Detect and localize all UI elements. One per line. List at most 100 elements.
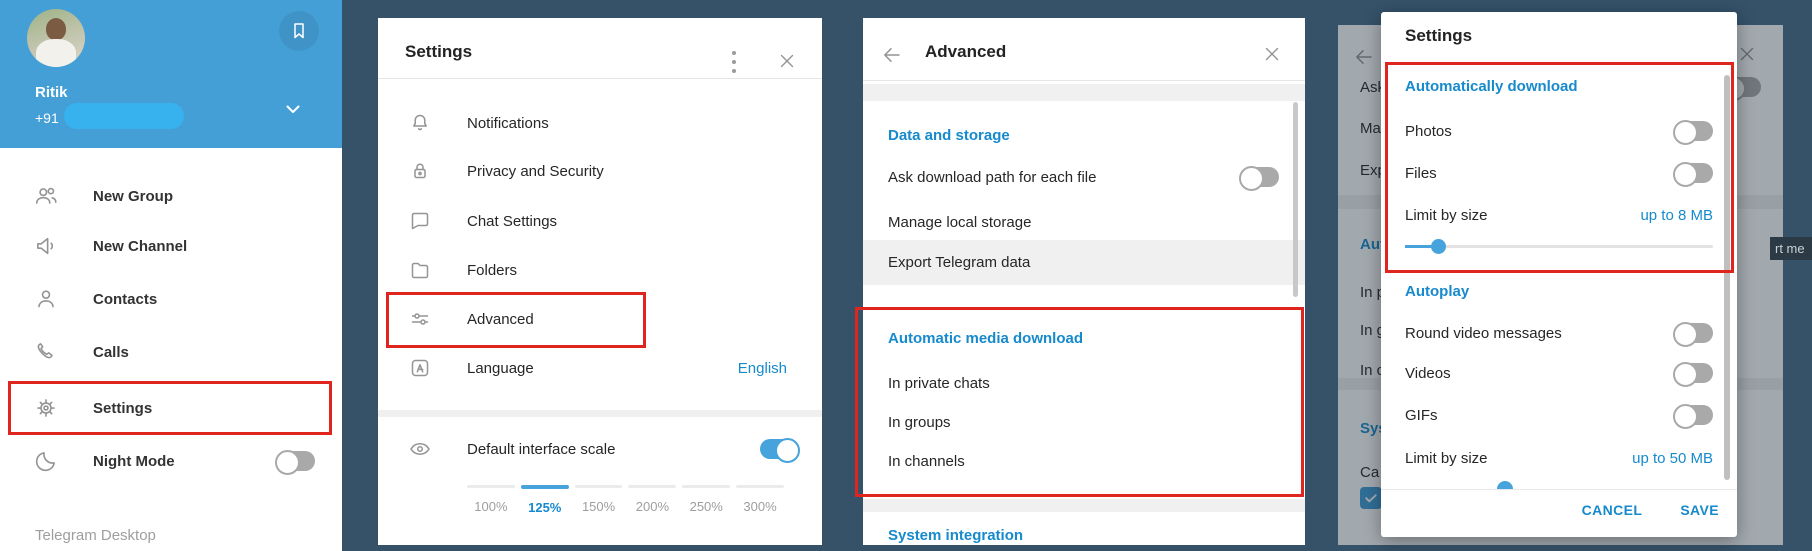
- section-gap: [863, 499, 1305, 512]
- modal-title: Settings: [1405, 26, 1472, 46]
- folder-icon: [408, 258, 432, 282]
- moon-icon: [33, 448, 59, 474]
- profile-header: Ritik +91: [0, 0, 342, 148]
- chat-icon: [408, 209, 432, 233]
- telegram-settings-collage: Ritik +91 New Group New Channel Contacts…: [0, 0, 1812, 551]
- interface-scale-row[interactable]: Default interface scale: [378, 425, 822, 473]
- item-label: Folders: [467, 262, 517, 279]
- videos-toggle[interactable]: [1675, 363, 1713, 383]
- close-icon[interactable]: [1261, 43, 1283, 65]
- photos-toggle[interactable]: [1675, 121, 1713, 141]
- slider-knob[interactable]: [1431, 239, 1446, 254]
- phone-icon: [33, 339, 59, 365]
- clipped-background-label: rt me: [1770, 237, 1812, 260]
- scale-option-200[interactable]: 200%: [628, 485, 676, 515]
- scale-option-300[interactable]: 300%: [736, 485, 784, 515]
- advanced-window: Advanced Data and storage Ask download p…: [863, 18, 1305, 545]
- megaphone-icon: [33, 233, 59, 259]
- saved-messages-button[interactable]: [279, 11, 319, 51]
- more-options-icon[interactable]: [732, 51, 736, 73]
- row-manage-local-storage[interactable]: Manage local storage: [863, 202, 1305, 242]
- item-label: Advanced: [467, 311, 534, 328]
- interface-scale-toggle[interactable]: [760, 439, 798, 459]
- item-label: Default interface scale: [467, 441, 615, 458]
- sliders-icon: [408, 307, 432, 331]
- item-label: Privacy and Security: [467, 163, 604, 180]
- settings-window: Settings Notifications Privacy and Secur…: [378, 18, 822, 545]
- settings-item-notifications[interactable]: Notifications: [378, 101, 822, 145]
- window-title: Advanced: [925, 42, 1006, 62]
- sidebar-item-label: Contacts: [93, 291, 157, 308]
- chevron-down-icon[interactable]: [281, 97, 305, 121]
- gifs-toggle[interactable]: [1675, 405, 1713, 425]
- scrollbar[interactable]: [1724, 75, 1730, 480]
- item-label: Chat Settings: [467, 213, 557, 230]
- sidebar-item-calls[interactable]: Calls: [0, 326, 342, 378]
- scale-option-125-selected[interactable]: 125%: [521, 485, 569, 515]
- phone-number-redaction: [64, 103, 184, 129]
- clipped-slider-knob[interactable]: [1497, 481, 1513, 489]
- language-value[interactable]: English: [738, 360, 787, 377]
- section-header-system-integration: System integration: [888, 527, 1023, 544]
- scale-option-150[interactable]: 150%: [575, 485, 623, 515]
- auto-download-modal: Settings Automatically download Photos F…: [1381, 12, 1737, 537]
- profile-phone-prefix: +91: [35, 110, 59, 126]
- settings-item-privacy[interactable]: Privacy and Security: [378, 149, 822, 193]
- sidebar-item-new-channel[interactable]: New Channel: [0, 220, 342, 272]
- save-button[interactable]: SAVE: [1680, 502, 1719, 518]
- night-mode-toggle[interactable]: [277, 451, 315, 471]
- sidebar-item-label: Night Mode: [93, 453, 175, 470]
- close-icon[interactable]: [776, 50, 798, 72]
- section-gap: [863, 84, 1305, 101]
- section-header-autoplay: Autoplay: [1405, 283, 1469, 300]
- section-gap: [378, 410, 822, 417]
- settings-item-advanced[interactable]: Advanced: [378, 297, 822, 341]
- sidebar-item-new-group[interactable]: New Group: [0, 170, 342, 222]
- sidebar-item-label: New Channel: [93, 238, 187, 255]
- size-limit-value: up to 8 MB: [1640, 207, 1713, 224]
- profile-name: Ritik: [35, 84, 68, 101]
- scale-option-100[interactable]: 100%: [467, 485, 515, 515]
- sidebar-item-label: Settings: [93, 400, 152, 417]
- main-menu-sidebar: Ritik +91 New Group New Channel Contacts…: [0, 0, 342, 551]
- sidebar-item-settings[interactable]: Settings: [0, 382, 342, 434]
- item-label: Language: [467, 360, 534, 377]
- row-in-channels[interactable]: In channels: [863, 441, 1305, 481]
- scale-option-250[interactable]: 250%: [682, 485, 730, 515]
- size-limit-slider[interactable]: [1405, 245, 1713, 248]
- sidebar-item-contacts[interactable]: Contacts: [0, 273, 342, 325]
- interface-scale-ruler: 100% 125% 150% 200% 250% 300%: [467, 485, 790, 515]
- back-arrow-icon[interactable]: [880, 43, 904, 67]
- avatar[interactable]: [27, 9, 85, 67]
- settings-item-folders[interactable]: Folders: [378, 248, 822, 292]
- lock-icon: [408, 159, 432, 183]
- people-icon: [33, 183, 59, 209]
- section-header-data-storage: Data and storage: [888, 127, 1010, 144]
- eye-icon: [408, 437, 432, 461]
- sidebar-item-label: Calls: [93, 344, 129, 361]
- ask-download-path-toggle[interactable]: [1241, 167, 1279, 187]
- settings-item-chat-settings[interactable]: Chat Settings: [378, 199, 822, 243]
- person-icon: [33, 286, 59, 312]
- sidebar-item-label: New Group: [93, 188, 173, 205]
- app-version-label: Telegram Desktop: [35, 527, 156, 544]
- row-export-telegram-data[interactable]: Export Telegram data: [863, 240, 1305, 285]
- round-video-toggle[interactable]: [1675, 323, 1713, 343]
- scrollbar[interactable]: [1293, 102, 1298, 297]
- row-in-private-chats[interactable]: In private chats: [863, 363, 1305, 403]
- row-in-groups[interactable]: In groups: [863, 402, 1305, 442]
- divider: [378, 78, 822, 79]
- bookmark-icon: [287, 19, 311, 43]
- size-limit-value: up to 50 MB: [1632, 450, 1713, 467]
- language-icon: [408, 356, 432, 380]
- bell-icon: [408, 111, 432, 135]
- cancel-button[interactable]: CANCEL: [1582, 502, 1643, 518]
- window-title: Settings: [405, 42, 472, 62]
- item-label: Notifications: [467, 115, 549, 132]
- modal-button-bar: CANCEL SAVE: [1582, 502, 1719, 518]
- files-toggle[interactable]: [1675, 163, 1713, 183]
- section-header-media-download: Automatic media download: [888, 330, 1083, 347]
- section-header-auto-download: Automatically download: [1405, 78, 1578, 95]
- divider: [1381, 489, 1737, 490]
- gear-icon: [33, 395, 59, 421]
